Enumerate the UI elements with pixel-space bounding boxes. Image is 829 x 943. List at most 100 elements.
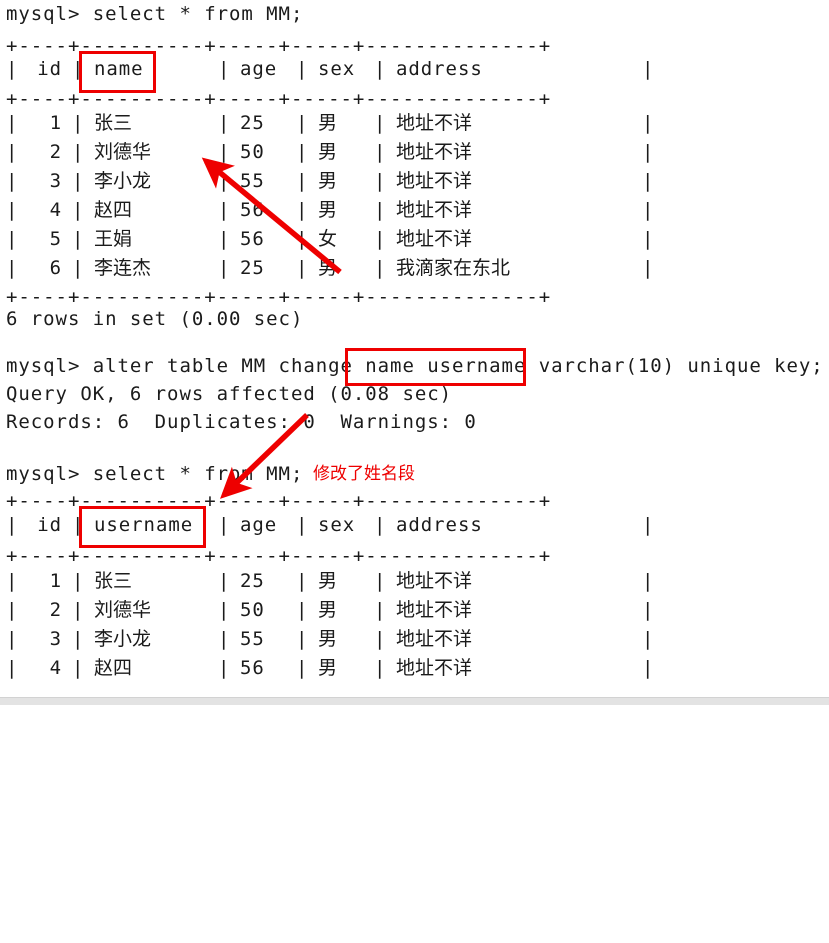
table-row: | 4 | 赵四 | 56 | 男 | 地址不详 | <box>6 657 653 679</box>
cell-address: 地址不详 <box>396 141 473 163</box>
cell-age: 25 <box>240 257 265 279</box>
cell-divider: | <box>642 570 655 592</box>
cell-username: 赵四 <box>94 657 133 679</box>
cell-sex: 男 <box>318 570 338 592</box>
cell-divider: | <box>218 228 231 250</box>
table-row: | 6 | 李连杰 | 25 | 男 | 我滴家在东北 | <box>6 257 653 279</box>
cell-divider: | <box>296 628 309 650</box>
cell-divider: | <box>72 599 85 621</box>
result-query-ok: Query OK, 6 rows affected (0.08 sec) <box>6 383 453 405</box>
cell-id: 4 <box>49 657 62 679</box>
cell-divider: | <box>6 58 19 80</box>
cell-id: 3 <box>49 628 62 650</box>
cell-divider: | <box>374 628 387 650</box>
cell-age: 50 <box>240 599 265 621</box>
cell-divider: | <box>72 657 85 679</box>
cell-id: 6 <box>49 257 62 279</box>
cell-divider: | <box>296 58 309 80</box>
cell-address: 地址不详 <box>396 228 473 250</box>
annotation-note-text: 修改了姓名段 <box>313 464 415 484</box>
cell-id: 1 <box>49 112 62 134</box>
cell-name: 赵四 <box>94 199 133 221</box>
cell-divider: | <box>72 228 85 250</box>
table-before-header-row: | id | name | age | sex | address | <box>6 58 653 80</box>
result-rows-in-set: 6 rows in set (0.00 sec) <box>6 308 304 330</box>
cell-divider: | <box>296 141 309 163</box>
cell-name: 刘德华 <box>94 141 152 163</box>
cell-divider: | <box>72 514 85 536</box>
cell-divider: | <box>296 228 309 250</box>
cell-divider: | <box>6 170 19 192</box>
header-username: username <box>94 514 194 536</box>
cell-divider: | <box>374 570 387 592</box>
command-select-first: mysql> select * from MM; <box>6 3 304 25</box>
cell-divider: | <box>218 112 231 134</box>
cell-age: 56 <box>240 657 265 679</box>
page-bottom-band <box>0 697 829 705</box>
cell-age: 25 <box>240 112 265 134</box>
cell-divider: | <box>642 628 655 650</box>
table-after-rule-top: +----+----------+-----+-----+-----------… <box>6 490 552 512</box>
cell-divider: | <box>218 570 231 592</box>
header-sex: sex <box>318 58 356 80</box>
table-row: | 3 | 李小龙 | 55 | 男 | 地址不详 | <box>6 170 653 192</box>
cell-divider: | <box>72 170 85 192</box>
cell-divider: | <box>296 170 309 192</box>
cell-divider: | <box>296 514 309 536</box>
cell-divider: | <box>72 570 85 592</box>
cell-age: 55 <box>240 628 265 650</box>
cell-divider: | <box>72 628 85 650</box>
cell-divider: | <box>374 257 387 279</box>
cell-id: 1 <box>49 570 62 592</box>
cell-divider: | <box>374 141 387 163</box>
cell-divider: | <box>6 570 19 592</box>
cell-divider: | <box>642 170 655 192</box>
cell-sex: 女 <box>318 228 338 250</box>
cell-address: 地址不详 <box>396 199 473 221</box>
cell-address: 地址不详 <box>396 628 473 650</box>
cell-address: 地址不详 <box>396 112 473 134</box>
cell-id: 3 <box>49 170 62 192</box>
cell-divider: | <box>218 170 231 192</box>
cell-divider: | <box>218 628 231 650</box>
cell-age: 56 <box>240 199 265 221</box>
cell-age: 56 <box>240 228 265 250</box>
cell-divider: | <box>374 112 387 134</box>
cell-sex: 男 <box>318 199 338 221</box>
cell-divider: | <box>374 58 387 80</box>
cell-age: 55 <box>240 170 265 192</box>
cell-divider: | <box>642 228 655 250</box>
table-row: | 2 | 刘德华 | 50 | 男 | 地址不详 | <box>6 141 653 163</box>
cell-address: 我滴家在东北 <box>396 257 511 279</box>
cell-sex: 男 <box>318 170 338 192</box>
table-row: | 2 | 刘德华 | 50 | 男 | 地址不详 | <box>6 599 653 621</box>
cell-divider: | <box>72 257 85 279</box>
cell-age: 25 <box>240 570 265 592</box>
cell-id: 2 <box>49 141 62 163</box>
cell-name: 李连杰 <box>94 257 152 279</box>
cell-id: 5 <box>49 228 62 250</box>
cell-divider: | <box>296 199 309 221</box>
cell-name: 张三 <box>94 112 133 134</box>
cell-divider: | <box>218 58 231 80</box>
cell-address: 地址不详 <box>396 599 473 621</box>
header-address: address <box>396 514 483 536</box>
cell-divider: | <box>642 257 655 279</box>
cell-divider: | <box>642 141 655 163</box>
cell-divider: | <box>218 599 231 621</box>
cell-divider: | <box>296 257 309 279</box>
cell-divider: | <box>374 228 387 250</box>
result-records: Records: 6 Duplicates: 0 Warnings: 0 <box>6 411 477 433</box>
table-before-rule-top: +----+----------+-----+-----+-----------… <box>6 35 552 57</box>
cell-address: 地址不详 <box>396 170 473 192</box>
cell-divider: | <box>6 628 19 650</box>
cell-sex: 男 <box>318 141 338 163</box>
cell-sex: 男 <box>318 657 338 679</box>
cell-divider: | <box>374 170 387 192</box>
cell-divider: | <box>296 570 309 592</box>
table-after-rule-mid: +----+----------+-----+-----+-----------… <box>6 545 552 567</box>
cell-divider: | <box>6 657 19 679</box>
cell-address: 地址不详 <box>396 570 473 592</box>
header-age: age <box>240 58 278 80</box>
cell-divider: | <box>6 514 19 536</box>
